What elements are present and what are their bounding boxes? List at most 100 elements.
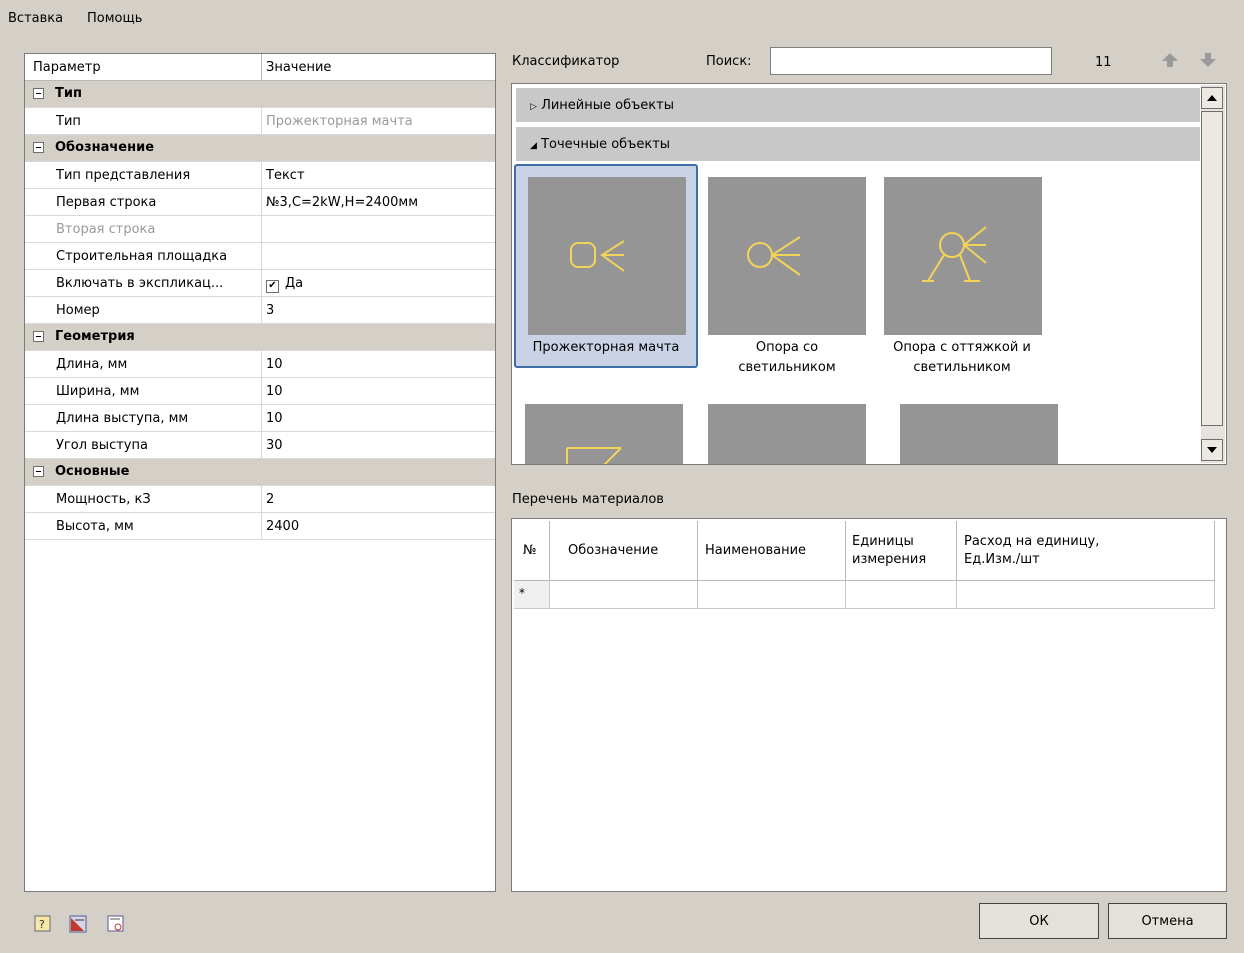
property-name: Тип: [56, 114, 81, 129]
tile-partial-2[interactable]: [708, 404, 866, 464]
property-row[interactable]: Вторая строка: [25, 216, 495, 243]
column-header-designation[interactable]: Обозначение: [550, 521, 698, 581]
property-row[interactable]: Высота, мм 2400: [25, 513, 495, 540]
checkbox-checked-icon[interactable]: ✔: [266, 280, 279, 293]
column-header-value[interactable]: Значение: [266, 60, 331, 75]
classifier-label: Классификатор: [512, 54, 620, 69]
new-row-consumption-cell[interactable]: [957, 581, 1215, 609]
property-grid-header: Параметр Значение: [25, 54, 495, 81]
scroll-down-button[interactable]: [1201, 439, 1223, 461]
property-row[interactable]: Длина выступа, мм 10: [25, 405, 495, 432]
report-icon[interactable]: [69, 915, 87, 933]
tile-partial-3[interactable]: [900, 404, 1058, 464]
tile-pole-with-guy[interactable]: [884, 177, 1042, 335]
property-row[interactable]: Номер 3: [25, 297, 495, 324]
column-header-name[interactable]: Наименование: [698, 521, 846, 581]
property-value[interactable]: Прожекторная мачта: [266, 114, 413, 129]
materials-title: Перечень материалов: [512, 492, 664, 507]
group-point-objects-label: ◢ Точечные объекты: [530, 137, 671, 152]
tile-pole-with-lamp[interactable]: [708, 177, 866, 335]
column-header-units[interactable]: Единицы измерения: [846, 521, 957, 581]
property-value[interactable]: ✔ Да: [266, 276, 303, 293]
property-category[interactable]: Геометрия: [25, 324, 495, 351]
search-input[interactable]: [770, 47, 1052, 75]
move-up-icon[interactable]: [1160, 50, 1180, 70]
column-header-number[interactable]: №: [514, 521, 550, 581]
property-value[interactable]: 10: [266, 411, 283, 426]
menu-insert[interactable]: Вставка: [8, 11, 63, 26]
column-header-parameter[interactable]: Параметр: [33, 60, 101, 75]
scroll-up-button[interactable]: [1201, 87, 1223, 109]
collapse-toggle-icon[interactable]: [33, 466, 44, 477]
property-name: Мощность, кЗ: [56, 492, 151, 507]
tile-floodlight-mast-label: Прожекторная мачта: [532, 340, 680, 355]
property-row[interactable]: Ширина, мм 10: [25, 378, 495, 405]
property-name: Длина, мм: [56, 357, 128, 372]
property-row[interactable]: Тип Прожекторная мачта: [25, 108, 495, 135]
property-row[interactable]: Первая строка №3,С=2kW,Н=2400мм: [25, 189, 495, 216]
property-grid: Параметр Значение Тип Тип Прожекторная мач…: [24, 53, 496, 892]
property-value[interactable]: №3,С=2kW,Н=2400мм: [266, 195, 418, 210]
property-category[interactable]: Обозначение: [25, 135, 495, 162]
property-name: Ширина, мм: [56, 384, 140, 399]
move-down-icon[interactable]: [1198, 50, 1218, 70]
property-row[interactable]: Угол выступа 30: [25, 432, 495, 459]
category-label: Основные: [55, 464, 130, 479]
group-point-objects[interactable]: ◢ Точечные объекты: [516, 127, 1200, 161]
cancel-button[interactable]: Отмена: [1108, 903, 1227, 939]
collapse-arrow-icon: ◢: [530, 141, 537, 151]
new-row-units-cell[interactable]: [846, 581, 957, 609]
materials-table: № Обозначение Наименование Единицы измер…: [511, 518, 1227, 892]
menu-help[interactable]: Помощь: [87, 11, 142, 26]
collapse-toggle-icon[interactable]: [33, 88, 44, 99]
tile-pole-with-guy-label: Опора с оттяжкой и светильником: [893, 340, 1031, 375]
property-name: Включать в экспликац...: [56, 276, 224, 291]
property-value[interactable]: 30: [266, 438, 283, 453]
tile-row-2: [512, 400, 1200, 464]
category-label: Геометрия: [55, 329, 135, 344]
tile-partial-1[interactable]: [525, 404, 683, 464]
category-label: Обозначение: [55, 140, 155, 155]
expand-arrow-icon: ▷: [530, 102, 537, 112]
column-header-consumption[interactable]: Расход на единицу, Ед.Изм./шт: [957, 521, 1215, 581]
settings-icon[interactable]: [107, 915, 125, 933]
scroll-thumb[interactable]: [1201, 111, 1223, 426]
property-category[interactable]: Тип: [25, 81, 495, 108]
help-icon[interactable]: ?: [34, 915, 52, 933]
symbol-icon: [566, 447, 622, 464]
property-row[interactable]: Включать в экспликац... ✔ Да: [25, 270, 495, 297]
new-row-designation-cell[interactable]: [550, 581, 698, 609]
property-value[interactable]: 10: [266, 384, 283, 399]
category-label: Тип: [55, 86, 82, 101]
property-name: Высота, мм: [56, 519, 134, 534]
tile-floodlight-mast[interactable]: [528, 177, 686, 335]
menu-bar: Вставка Помощь: [0, 0, 1244, 34]
search-label: Поиск:: [706, 54, 752, 69]
collapse-toggle-icon[interactable]: [33, 331, 44, 342]
group-linear-objects-label: ▷ Линейные объекты: [530, 98, 674, 113]
svg-text:?: ?: [39, 918, 45, 931]
property-row[interactable]: Длина, мм 10: [25, 351, 495, 378]
classifier-scrollbar[interactable]: [1201, 85, 1225, 463]
property-name: Тип представления: [56, 168, 191, 183]
property-name: Строительная площадка: [56, 249, 228, 264]
property-row[interactable]: Тип представления Текст: [25, 162, 495, 189]
property-category[interactable]: Основные: [25, 459, 495, 486]
property-row[interactable]: Мощность, кЗ 2: [25, 486, 495, 513]
new-row-marker-cell: *: [514, 581, 550, 609]
ok-button[interactable]: ОК: [979, 903, 1099, 939]
tile-pole-with-lamp-label: Опора со светильником: [738, 340, 836, 375]
property-row[interactable]: Строительная площадка: [25, 243, 495, 270]
property-value[interactable]: 2400: [266, 519, 299, 534]
group-linear-objects[interactable]: ▷ Линейные объекты: [516, 88, 1200, 122]
collapse-toggle-icon[interactable]: [33, 142, 44, 153]
pole-with-lamp-symbol-icon: [747, 236, 801, 276]
result-count: 11: [1095, 55, 1112, 70]
property-value[interactable]: 10: [266, 357, 283, 372]
property-value[interactable]: 3: [266, 303, 274, 318]
property-value[interactable]: Текст: [266, 168, 305, 183]
property-name: Вторая строка: [56, 222, 156, 237]
new-row-name-cell[interactable]: [698, 581, 846, 609]
pole-with-guy-and-lamp-symbol-icon: [922, 226, 987, 282]
property-value[interactable]: 2: [266, 492, 274, 507]
